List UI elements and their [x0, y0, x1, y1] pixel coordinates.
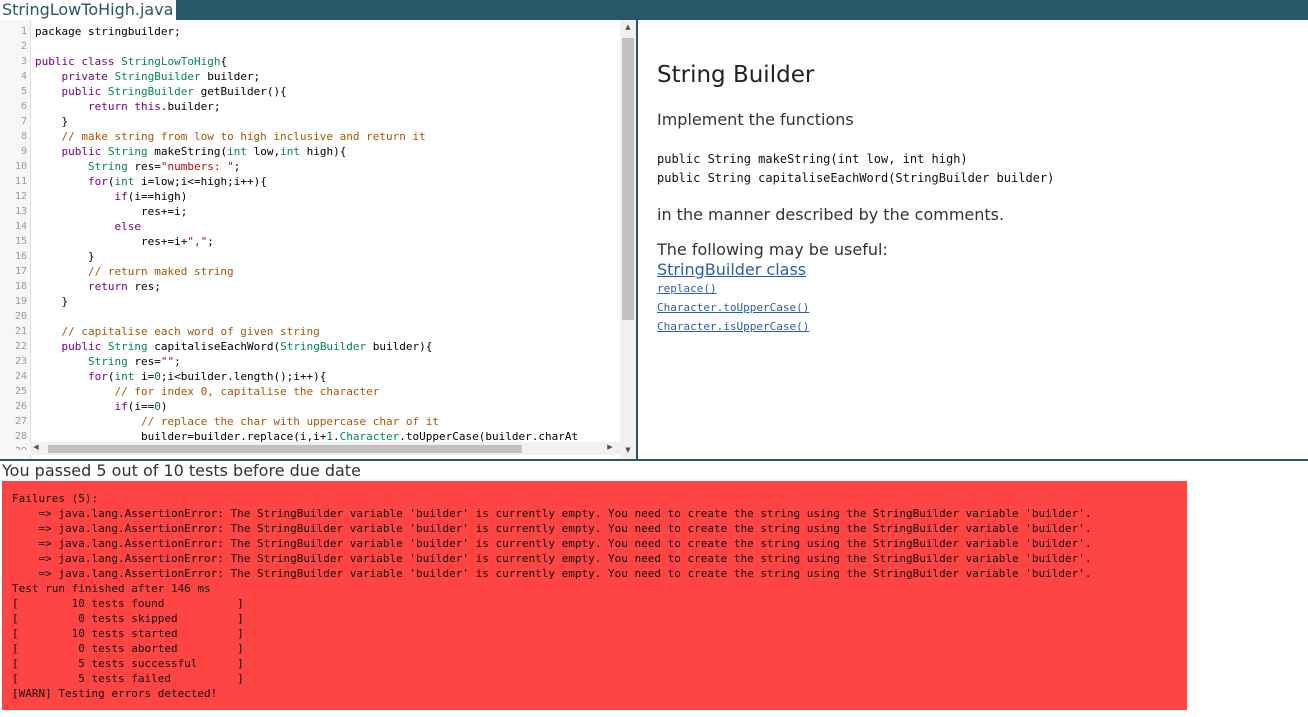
code-line[interactable]: if(i==high) — [35, 189, 187, 204]
code-line[interactable]: } — [35, 114, 68, 129]
code-editor[interactable]: 1 package stringbuilder; 2 3 public class St… — [0, 20, 636, 459]
line-number: 18 — [14, 281, 27, 292]
code-line[interactable]: return this.builder; — [35, 99, 220, 114]
line-number: 3 — [20, 56, 27, 67]
line-number: 12 — [14, 191, 27, 202]
code-line[interactable]: // capitalise each word of given string — [35, 324, 320, 339]
code-line[interactable]: for(int i=low;i<=high;i++){ — [35, 174, 267, 189]
scroll-right-arrow-icon[interactable]: ▶ — [604, 443, 616, 451]
line-number: 1 — [20, 26, 27, 37]
line-number: 10 — [14, 161, 27, 172]
output-line: => java.lang.AssertionError: The StringB… — [12, 522, 1092, 535]
line-number: 14 — [14, 221, 27, 232]
code-line[interactable]: res+=i+","; — [35, 234, 214, 249]
code-line[interactable]: // replace the char with uppercase char … — [35, 414, 439, 429]
output-line: [WARN] Testing errors detected! — [12, 687, 218, 700]
task-manner: in the manner described by the comments. — [657, 205, 1005, 224]
line-number: 26 — [14, 401, 27, 412]
horizontal-scroll-thumb[interactable] — [48, 445, 522, 453]
output-line: [ 5 tests successful ] — [12, 657, 244, 670]
scroll-down-arrow-icon[interactable]: ▼ — [620, 446, 636, 454]
code-line[interactable]: res+=i; — [35, 204, 187, 219]
useful-heading: The following may be useful: — [657, 240, 888, 259]
output-line: [ 10 tests found ] — [12, 597, 244, 610]
code-line[interactable]: else — [35, 219, 141, 234]
output-line: => java.lang.AssertionError: The StringB… — [12, 552, 1092, 565]
file-tab[interactable]: StringLowToHigh.java — [0, 0, 177, 20]
output-line: Failures (5): — [12, 492, 99, 505]
code-line[interactable]: } — [35, 249, 95, 264]
line-number: 6 — [20, 101, 27, 112]
line-number: 28 — [14, 431, 27, 442]
vertical-scroll-thumb[interactable] — [622, 38, 634, 320]
output-line: Test run finished after 146 ms — [12, 582, 211, 595]
output-line: [ 5 tests failed ] — [12, 672, 244, 685]
to-upper-case-link[interactable]: Character.toUpperCase() — [657, 301, 809, 314]
code-line[interactable]: package stringbuilder; — [35, 24, 181, 39]
line-number: 8 — [20, 131, 27, 142]
code-line[interactable]: return res; — [35, 279, 161, 294]
line-number: 21 — [14, 326, 27, 337]
code-line[interactable]: } — [35, 294, 68, 309]
output-line: => java.lang.AssertionError: The StringB… — [12, 567, 1092, 580]
output-line: => java.lang.AssertionError: The StringB… — [12, 507, 1092, 520]
code-line[interactable]: // make string from low to high inclusiv… — [35, 129, 426, 144]
code-line[interactable]: String res=""; — [35, 354, 181, 369]
line-number: 13 — [14, 206, 27, 217]
output-line: [ 10 tests started ] — [12, 627, 244, 640]
line-number: 17 — [14, 266, 27, 277]
line-number: 2 — [20, 41, 27, 52]
signature-make-string: public String makeString(int low, int hi… — [657, 152, 968, 166]
scroll-left-arrow-icon[interactable]: ◀ — [30, 443, 42, 451]
line-number: 22 — [14, 341, 27, 352]
line-number: 27 — [14, 416, 27, 427]
task-intro: Implement the functions — [657, 110, 854, 129]
code-line[interactable]: public class StringLowToHigh{ — [35, 54, 227, 69]
code-line[interactable]: public String makeString(int low,int hig… — [35, 144, 347, 159]
line-number: 20 — [14, 311, 27, 322]
signature-capitalise: public String capitaliseEachWord(StringB… — [657, 171, 1055, 185]
stringbuilder-class-link[interactable]: StringBuilder class — [657, 260, 806, 279]
output-line: [ 0 tests skipped ] — [12, 612, 244, 625]
code-line[interactable]: // return maked string — [35, 264, 234, 279]
scroll-up-arrow-icon[interactable]: ▲ — [620, 23, 636, 31]
output-line: => java.lang.AssertionError: The StringB… — [12, 537, 1092, 550]
line-number: 4 — [20, 71, 27, 82]
code-line[interactable]: for(int i=0;i<builder.length();i++){ — [35, 369, 326, 384]
code-line[interactable]: String res="numbers: "; — [35, 159, 240, 174]
code-line[interactable]: private StringBuilder builder; — [35, 69, 261, 84]
line-number: 19 — [14, 296, 27, 307]
file-tab-bar: StringLowToHigh.java — [0, 0, 1308, 20]
horizontal-scrollbar[interactable]: ◀ ▶ — [30, 442, 620, 455]
line-number: 11 — [14, 176, 27, 187]
task-title: String Builder — [657, 62, 815, 88]
is-upper-case-link[interactable]: Character.isUpperCase() — [657, 320, 809, 333]
line-number: 24 — [14, 371, 27, 382]
line-number: 16 — [14, 251, 27, 262]
vertical-scrollbar[interactable]: ▲ ▼ — [620, 20, 636, 459]
test-summary: You passed 5 out of 10 tests before due … — [2, 461, 361, 480]
line-number: 23 — [14, 356, 27, 367]
output-line: [ 0 tests aborted ] — [12, 642, 244, 655]
replace-link[interactable]: replace() — [657, 282, 717, 295]
code-area[interactable]: 1 package stringbuilder; 2 3 public class St… — [0, 24, 620, 450]
line-number: 7 — [20, 116, 27, 127]
line-number: 25 — [14, 386, 27, 397]
code-line[interactable]: if(i==0) — [35, 399, 167, 414]
code-line[interactable]: public StringBuilder getBuilder(){ — [35, 84, 287, 99]
line-number: 29 — [0, 444, 27, 450]
task-description: String Builder Implement the functions p… — [638, 20, 1308, 459]
code-line[interactable]: public String capitaliseEachWord(StringB… — [35, 339, 433, 354]
line-number: 9 — [20, 146, 27, 157]
test-output: Failures (5): => java.lang.AssertionErro… — [12, 491, 1091, 701]
line-number: 5 — [20, 86, 27, 97]
test-failure-panel: Failures (5): => java.lang.AssertionErro… — [2, 481, 1187, 710]
line-number: 15 — [14, 236, 27, 247]
code-line[interactable]: // for index 0, capitalise the character — [35, 384, 379, 399]
